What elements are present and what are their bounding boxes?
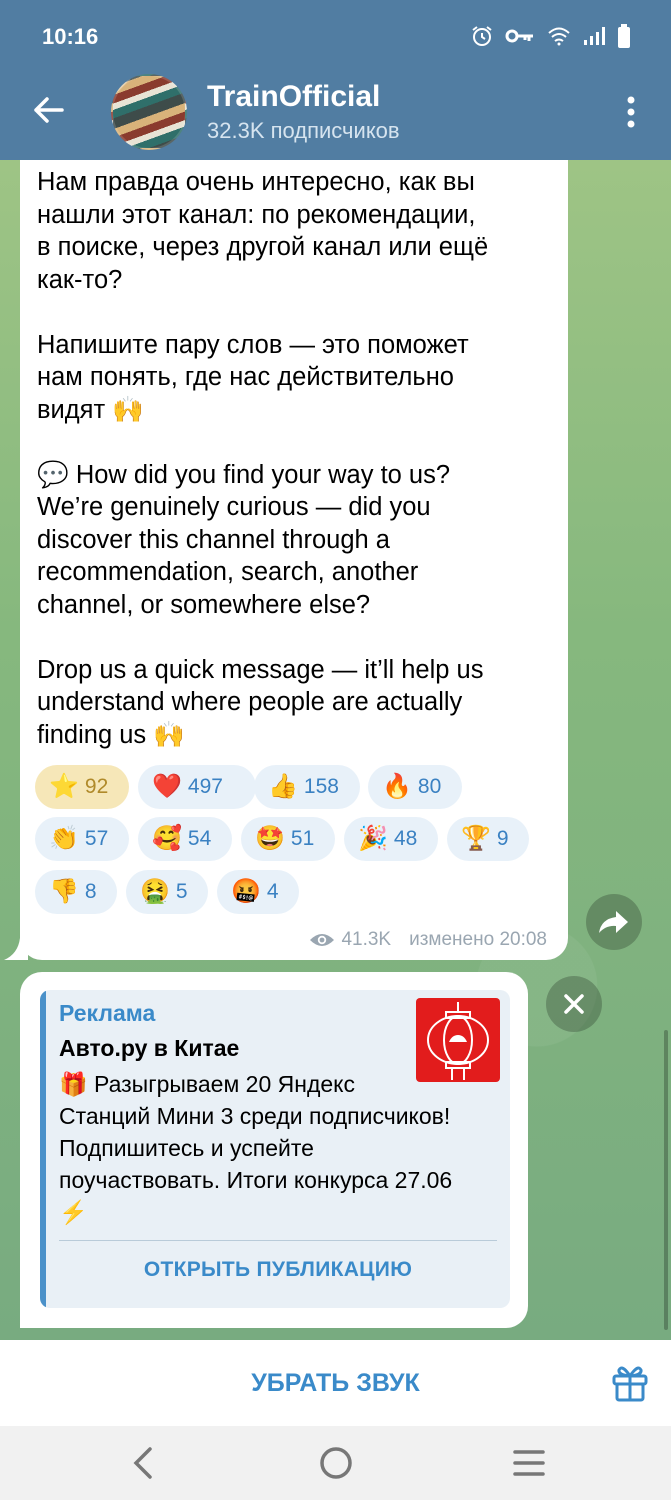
status-icons: [471, 24, 631, 48]
reaction-count: 92: [84, 775, 109, 798]
channel-avatar[interactable]: [111, 74, 187, 150]
gift-icon[interactable]: [608, 1360, 652, 1404]
reaction-pill[interactable]: 🔥 80: [368, 765, 462, 809]
reaction-count: 54: [187, 827, 212, 850]
wifi-icon: [548, 27, 570, 46]
post-text-ru-1: Нам правда очень интересно, как вы нашли…: [37, 168, 489, 294]
reaction-emoji: ⭐: [49, 773, 79, 800]
nav-recents-icon[interactable]: [512, 1448, 546, 1478]
post-meta: 41.3K изменено 20:08: [309, 929, 547, 951]
battery-icon: [618, 24, 630, 48]
reaction-emoji: ❤️: [152, 773, 182, 800]
lantern-logo-icon: [427, 1002, 489, 1080]
chat-scrollbar[interactable]: [664, 1030, 668, 1330]
reaction-pill[interactable]: ⭐ 92: [35, 765, 129, 809]
post-text-en-2: Drop us a quick message — it’ll help us …: [37, 655, 484, 749]
ad-divider: [59, 1240, 497, 1241]
reaction-pill[interactable]: 🤩 51: [241, 817, 335, 861]
reaction-emoji: 🥰: [152, 825, 182, 852]
alarm-icon: [472, 26, 492, 46]
status-bar: 10:16: [0, 0, 671, 78]
app-header: 10:16 TrainOfficial 32.3K подписчиков: [0, 0, 671, 160]
reaction-emoji: 🎉: [358, 825, 388, 852]
reaction-emoji: 👏: [49, 825, 79, 852]
reaction-pill[interactable]: 👏 57: [35, 817, 129, 861]
reaction-count: 48: [393, 827, 418, 850]
channel-title[interactable]: TrainOfficial: [207, 80, 380, 114]
reaction-pill[interactable]: ❤️ 497: [138, 765, 256, 809]
reaction-count: 4: [266, 880, 279, 903]
more-vertical-icon[interactable]: [621, 94, 641, 130]
ad-thumbnail[interactable]: [416, 998, 500, 1082]
post-text-ru-2: Напишите пару слов — это поможет нам пон…: [37, 330, 469, 424]
signal-icon: [584, 27, 605, 45]
bubble-tail: [4, 938, 28, 960]
close-icon: [564, 994, 584, 1014]
back-button[interactable]: [28, 90, 68, 130]
post-text: Нам правда очень интересно, как вы нашли…: [37, 166, 547, 751]
reaction-count: 158: [303, 775, 339, 798]
reaction-count: 9: [496, 827, 509, 850]
ad-label: Реклама: [59, 1000, 156, 1026]
reaction-emoji: 👎: [49, 878, 79, 905]
views-count: 41.3K: [341, 929, 392, 950]
open-publication-button[interactable]: ОТКРЫТЬ ПУБЛИКАЦИЮ: [59, 1258, 497, 1282]
mute-button[interactable]: УБРАТЬ ЗВУК: [0, 1340, 671, 1426]
share-button[interactable]: [586, 894, 642, 950]
reaction-count: 5: [175, 880, 188, 903]
nav-back-icon[interactable]: [128, 1446, 158, 1480]
reaction-emoji: 🤩: [255, 825, 285, 852]
eye-icon: [310, 934, 335, 946]
reaction-count: 8: [84, 880, 97, 903]
status-time: 10:16: [42, 24, 99, 49]
reaction-count: 497: [187, 775, 223, 798]
reaction-pill[interactable]: 👍 158: [254, 765, 360, 809]
edited-time: изменено 20:08: [409, 929, 547, 950]
reaction-emoji: 👍: [268, 773, 298, 800]
reaction-count: 80: [417, 775, 442, 798]
reaction-emoji: 🤬: [231, 878, 261, 905]
reaction-count: 51: [290, 827, 315, 850]
reaction-pill[interactable]: 🤬 4: [217, 870, 299, 914]
share-icon: [599, 911, 628, 933]
channel-subscribers: 32.3K подписчиков: [207, 118, 400, 143]
close-ad-button[interactable]: [546, 976, 602, 1032]
nav-home-icon[interactable]: [318, 1445, 354, 1481]
reaction-count: 57: [84, 827, 109, 850]
reaction-pill[interactable]: 🤮 5: [126, 870, 208, 914]
mute-label: УБРАТЬ ЗВУК: [251, 1368, 420, 1397]
ad-title: Авто.ру в Китае: [59, 1035, 240, 1061]
key-icon: [505, 29, 533, 43]
reaction-pill[interactable]: 👎 8: [35, 870, 117, 914]
reaction-pill[interactable]: 🏆 9: [447, 817, 529, 861]
reaction-emoji: 🔥: [382, 773, 412, 800]
post-text-en-1: 💬 How did you find your way to us? We’re…: [37, 460, 451, 619]
reaction-pill[interactable]: 🥰 54: [138, 817, 232, 861]
reaction-emoji: 🏆: [461, 825, 491, 852]
reaction-pill[interactable]: 🎉 48: [344, 817, 438, 861]
ad-body: 🎁 Разыгрываем 20 Яндекс Станций Мини 3 с…: [59, 1071, 453, 1225]
reaction-emoji: 🤮: [140, 878, 170, 905]
